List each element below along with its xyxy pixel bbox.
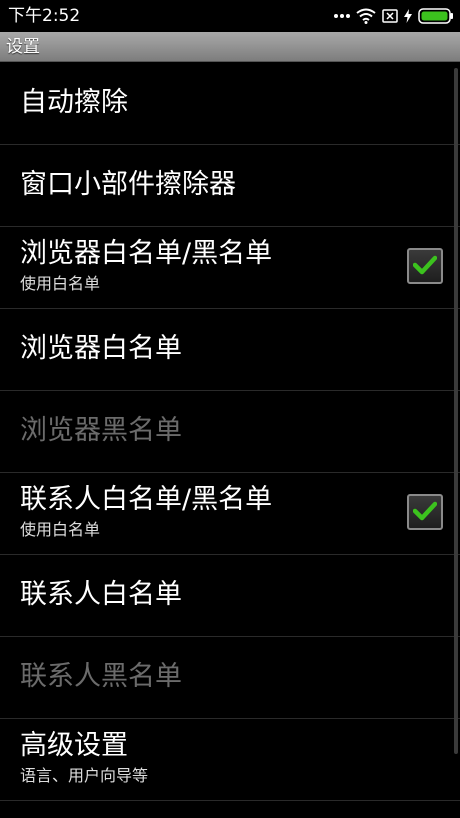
setting-contacts-whitelist-blacklist[interactable]: 联系人白名单/黑名单 使用白名单 (0, 473, 460, 555)
scrollbar[interactable] (454, 68, 458, 754)
setting-widget-eraser[interactable]: 窗口小部件擦除器 (0, 145, 460, 227)
wifi-icon (356, 8, 376, 24)
setting-title: 窗口小部件擦除器 (20, 169, 236, 200)
setting-title: 联系人黑名单 (20, 661, 182, 692)
setting-title: 联系人白名单/黑名单 (20, 484, 273, 515)
setting-browser-blacklist: 浏览器黑名单 (0, 391, 460, 473)
title-bar: 设置 (0, 32, 460, 62)
setting-subtitle: 使用白名单 (20, 274, 101, 293)
status-icons (334, 6, 454, 26)
checkmark-icon (413, 501, 437, 521)
setting-title: 浏览器黑名单 (20, 415, 182, 446)
more-dots-icon (334, 14, 350, 18)
checkmark-icon (413, 255, 437, 275)
setting-subtitle: 语言、用户向导等 (20, 766, 149, 785)
setting-browser-whitelist-blacklist[interactable]: 浏览器白名单/黑名单 使用白名单 (0, 227, 460, 309)
status-time: 下午2:52 (8, 6, 81, 26)
setting-title: 浏览器白名单 (20, 333, 182, 364)
setting-title: 浏览器白名单/黑名单 (20, 238, 273, 269)
setting-title: 联系人白名单 (20, 579, 182, 610)
status-bar: 下午2:52 (0, 0, 460, 32)
settings-list: 自动擦除 窗口小部件擦除器 浏览器白名单/黑名单 使用白名单 浏览器白名单 浏览… (0, 63, 460, 801)
sim-x-icon (382, 9, 398, 23)
setting-contacts-whitelist[interactable]: 联系人白名单 (0, 555, 460, 637)
charging-bolt-icon (404, 9, 412, 23)
setting-auto-erase[interactable]: 自动擦除 (0, 63, 460, 145)
contacts-list-checkbox[interactable] (407, 494, 443, 530)
setting-browser-whitelist[interactable]: 浏览器白名单 (0, 309, 460, 391)
battery-icon (418, 8, 453, 24)
setting-title: 自动擦除 (20, 87, 128, 118)
setting-contacts-blacklist: 联系人黑名单 (0, 637, 460, 719)
page-title: 设置 (6, 37, 40, 57)
setting-title: 高级设置 (20, 730, 128, 761)
browser-list-checkbox[interactable] (407, 248, 443, 284)
setting-subtitle: 使用白名单 (20, 520, 101, 539)
setting-advanced[interactable]: 高级设置 语言、用户向导等 (0, 719, 460, 801)
